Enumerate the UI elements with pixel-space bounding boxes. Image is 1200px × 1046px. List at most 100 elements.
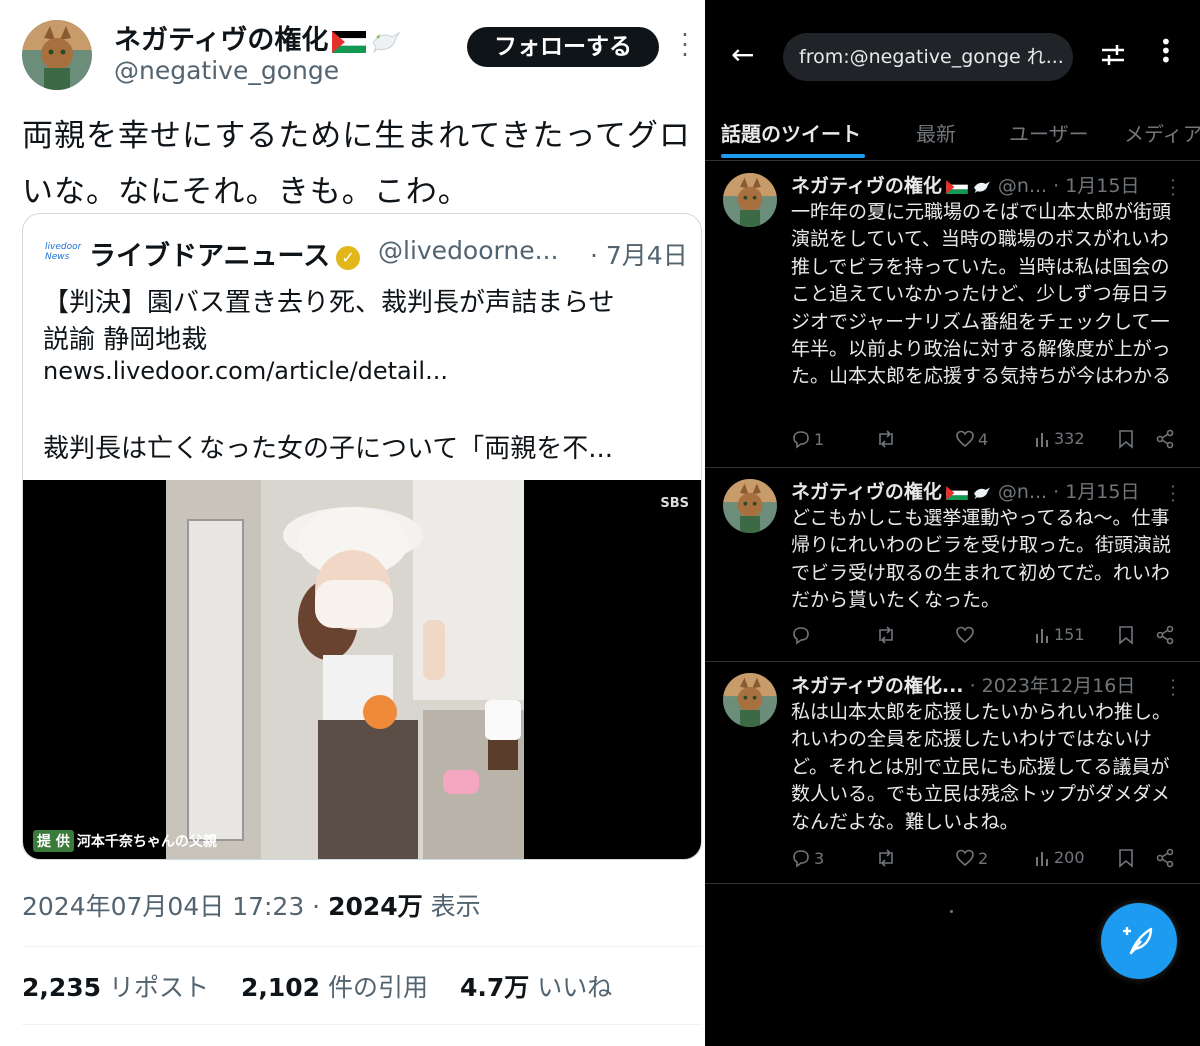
author-avatar[interactable] <box>723 173 777 227</box>
tweet-actions: 151 <box>791 625 1186 649</box>
quoted-text-line: 【判決】園バス置き去り死、裁判長が声詰まらせ <box>43 288 615 318</box>
heart-icon <box>956 849 974 867</box>
tweet-metadata: 2024年07月04日 17:23 · 2024万 表示 <box>22 892 481 921</box>
search-result-tweet[interactable]: ネガティヴの権化 @n... · 1月15日 · · · 一昨年の夏に元職場のそばで… <box>705 161 1200 468</box>
like-button[interactable] <box>955 625 978 645</box>
retweet-icon <box>879 430 893 448</box>
divider <box>22 946 702 947</box>
reply-button[interactable]: 3 <box>791 848 824 868</box>
more-options-icon[interactable]: • • • <box>1160 32 1172 70</box>
tab-media[interactable]: メディア <box>1124 118 1200 147</box>
reply-button[interactable]: 1 <box>791 429 824 449</box>
tweet-header: ネガティヴの権化... · 2023年12月16日 <box>791 675 1136 697</box>
tweet-header: ネガティヴの権化 @n... · 1月15日 <box>791 481 1140 503</box>
reply-icon <box>793 431 809 449</box>
quoted-media-image[interactable]: SBS 提 供河本千奈ちゃんの父親 <box>23 480 701 859</box>
livedoor-news-logo: livedoor News <box>45 242 82 262</box>
quoted-author-handle: @livedoorne... <box>378 236 559 265</box>
views-button[interactable]: 332 <box>1035 429 1085 448</box>
reply-icon <box>793 627 809 645</box>
views-bar-icon <box>1036 432 1048 447</box>
palestine-flag-icon <box>332 30 367 53</box>
tweet-text: 一昨年の夏に元職場のそばで山本太郎が街頭演説をしていて、当時の職場のボスがれいわ… <box>791 201 1172 388</box>
quoted-author-name: ライブドアニュース ✓ <box>89 234 361 273</box>
compose-tweet-button[interactable] <box>1101 903 1177 979</box>
reposts-stat[interactable]: 2,235 リポスト <box>22 973 209 1002</box>
reply-icon <box>793 850 809 868</box>
follow-button[interactable]: フォローする <box>467 27 659 67</box>
author-handle[interactable]: @negative_gonge <box>114 56 339 85</box>
dove-icon <box>973 486 990 499</box>
more-options-icon[interactable]: · · · <box>1169 673 1177 703</box>
filter-settings-icon[interactable] <box>1098 40 1128 70</box>
likes-stat[interactable]: 4.7万 いいね <box>460 973 612 1002</box>
quoted-tweet-card[interactable]: livedoor News ライブドアニュース ✓ @livedoorne... … <box>22 213 702 860</box>
verified-badge-icon: ✓ <box>336 245 361 270</box>
quoted-text-line: 説諭 静岡地裁 <box>43 325 208 355</box>
back-arrow-icon[interactable]: ← <box>731 40 754 70</box>
tweet-text: どこもかしこも選挙運動やってるね〜。仕事帰りにれいわのビラを受け取った。街頭演説… <box>791 507 1172 612</box>
views-bar-icon <box>1036 628 1048 643</box>
search-input[interactable]: from:@negative_gonge れ... <box>783 33 1073 81</box>
dove-icon <box>973 180 990 193</box>
quotes-stat[interactable]: 2,102 件の引用 <box>241 973 428 1002</box>
tweet-header: ネガティヴの権化 @n... · 1月15日 <box>791 175 1140 197</box>
bookmark-button[interactable] <box>1118 848 1137 868</box>
share-icon <box>1156 848 1174 868</box>
like-button[interactable]: 4 <box>955 429 988 449</box>
views-button[interactable]: 200 <box>1035 848 1085 867</box>
tweet-detail-panel: ネガティヴの権化 @negative_gonge フォローする · · · 両親を幸… <box>0 0 722 1046</box>
search-tabs: 話題のツイート 最新 ユーザー メディア <box>705 104 1200 161</box>
reply-button[interactable] <box>791 625 814 645</box>
photo-girl-peace-sign <box>166 480 524 859</box>
search-result-tweet[interactable]: ネガティヴの権化... · 2023年12月16日 · · · 私は山本太郎を応援し… <box>705 661 1200 884</box>
share-icon <box>1156 625 1174 645</box>
search-results-panel: ← from:@negative_gonge れ... • • • 話題のツイート … <box>705 0 1200 1046</box>
retweet-icon <box>879 626 893 644</box>
bookmark-icon <box>1119 430 1133 449</box>
tweet-text: 両親を幸せにするために生まれてきたってグロいな。なにそれ。きも。こわ。 <box>22 118 691 210</box>
loading-indicator <box>950 910 953 913</box>
quoted-text-line: 裁判長は亡くなった女の子について「両親を不... <box>43 434 614 464</box>
tab-users[interactable]: ユーザー <box>1009 118 1089 147</box>
more-options-icon[interactable]: · · · <box>1169 479 1177 509</box>
heart-icon <box>956 626 974 644</box>
sbs-watermark: SBS <box>660 496 689 511</box>
palestine-flag-icon <box>946 485 968 500</box>
bookmark-button[interactable] <box>1118 429 1137 449</box>
tweet-actions: 3 2 200 <box>791 848 1186 872</box>
quoted-date: · 7月4日 <box>590 241 688 270</box>
tweet-actions: 1 4 332 <box>791 429 1186 453</box>
heart-icon <box>956 430 974 448</box>
retweet-icon <box>879 849 893 867</box>
bookmark-icon <box>1119 849 1133 868</box>
bookmark-icon <box>1119 626 1133 645</box>
like-button[interactable]: 2 <box>955 848 988 868</box>
tab-latest[interactable]: 最新 <box>916 118 956 147</box>
views-bar-icon <box>1036 851 1048 866</box>
retweet-button[interactable] <box>875 848 900 868</box>
active-tab-indicator <box>721 154 865 158</box>
share-button[interactable] <box>1155 848 1178 868</box>
share-button[interactable] <box>1155 429 1178 449</box>
dove-icon <box>372 31 401 53</box>
author-name[interactable]: ネガティヴの権化 <box>114 18 402 57</box>
retweet-button[interactable] <box>875 429 900 449</box>
retweet-button[interactable] <box>875 625 900 645</box>
share-icon <box>1156 429 1174 449</box>
search-result-tweet[interactable]: ネガティヴの権化 @n... · 1月15日 · · · どこもかしこも選挙運動やっ… <box>705 467 1200 662</box>
author-avatar[interactable] <box>22 20 92 90</box>
share-button[interactable] <box>1155 625 1178 645</box>
quoted-link[interactable]: news.livedoor.com/article/detail... <box>43 357 448 385</box>
author-avatar[interactable] <box>723 673 777 727</box>
media-credit: 提 供河本千奈ちゃんの父親 <box>33 830 217 852</box>
tab-top[interactable]: 話題のツイート <box>721 118 861 147</box>
author-avatar[interactable] <box>723 479 777 533</box>
more-options-icon[interactable]: · · · <box>675 23 695 67</box>
views-button[interactable]: 151 <box>1035 625 1085 644</box>
engagement-stats: 2,235 リポスト 2,102 件の引用 4.7万 いいね <box>22 968 636 1004</box>
bookmark-button[interactable] <box>1118 625 1137 645</box>
palestine-flag-icon <box>946 179 968 194</box>
tweet-text: 私は山本太郎を応援したいかられいわ推し。れいわの全員を応援したいわけではないけど… <box>791 701 1172 833</box>
more-options-icon[interactable]: · · · <box>1169 173 1177 203</box>
